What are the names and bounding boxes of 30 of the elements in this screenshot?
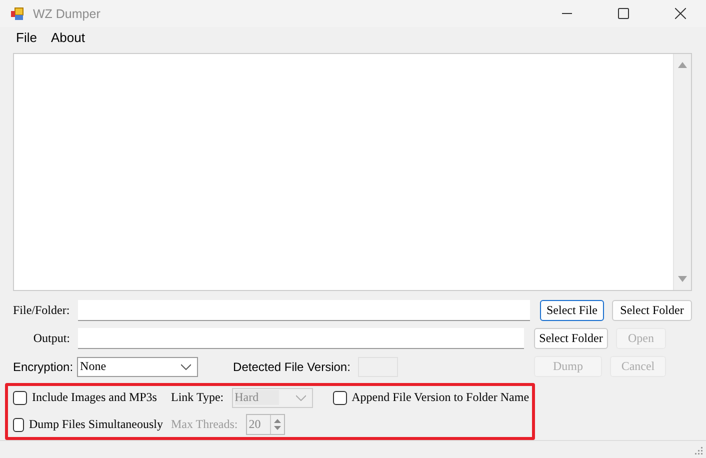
checkbox-label: Include Images and MP3s [32,390,157,406]
field-label: Link Type: [171,390,224,406]
scrollbar[interactable] [673,54,691,290]
scroll-down-icon[interactable] [678,276,687,282]
chevron-down-icon [296,394,306,401]
chevron-down-icon [181,364,192,370]
maximize-icon[interactable] [618,8,629,19]
window-title: WZ Dumper [33,6,100,20]
encryption-dropdown[interactable]: None [77,356,198,377]
select-button[interactable]: Select Folder [612,300,692,322]
scroll-up-icon[interactable] [678,62,687,68]
menu-item[interactable]: About [44,30,92,46]
checkbox-box[interactable] [13,418,24,432]
field-label: Detected File Version: [233,360,350,374]
select-button[interactable]: Select Folder [534,328,608,350]
resize-grip-icon[interactable] [695,447,703,455]
input-field[interactable] [78,300,530,322]
checkbox-box[interactable] [332,390,347,405]
field-label: Output: [32,331,70,346]
checkbox-box[interactable] [13,390,27,405]
checkbox[interactable]: Include Images and MP3s [13,390,163,406]
select-button[interactable]: Select File [540,300,604,322]
close-icon[interactable] [675,8,686,19]
minimize-icon[interactable] [562,12,572,14]
input-field[interactable] [78,328,524,350]
field-label: Encryption: [13,360,74,374]
field-label: File/Folder: [13,303,70,318]
menu-item[interactable]: File [9,30,44,46]
field-label: Max Threads: [171,417,238,432]
app-icon [10,6,24,20]
